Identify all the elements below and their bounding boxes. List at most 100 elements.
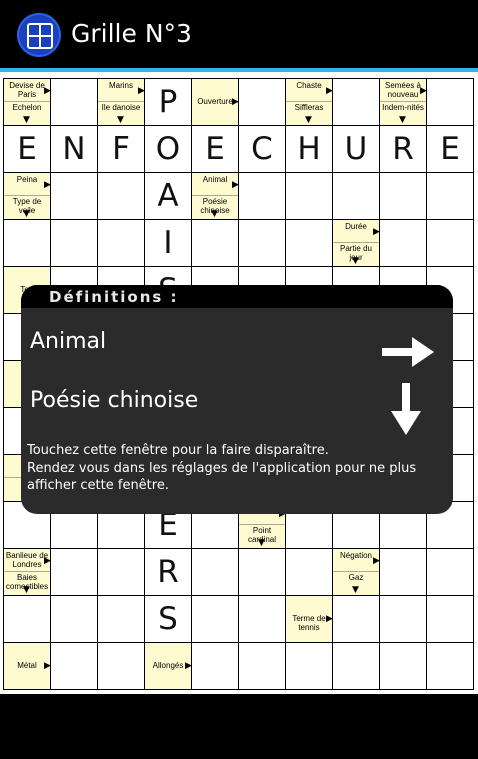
grid-cell-empty[interactable] bbox=[98, 549, 145, 596]
grid-cell-letter[interactable]: R bbox=[380, 126, 427, 173]
grid-cell-empty[interactable] bbox=[239, 596, 286, 643]
grid-cell-empty[interactable] bbox=[192, 596, 239, 643]
cell-letter: U bbox=[344, 131, 368, 167]
grid-cell-definition[interactable]: Métal ▶ bbox=[4, 643, 51, 690]
clue-arrow-down-icon: ▼ bbox=[23, 209, 30, 219]
grid-cell-empty[interactable] bbox=[333, 596, 380, 643]
grid-cell-letter[interactable]: E bbox=[427, 126, 474, 173]
grid-cell-empty[interactable] bbox=[51, 173, 98, 220]
grid-cell-empty[interactable] bbox=[380, 549, 427, 596]
grid-cell-empty[interactable] bbox=[239, 220, 286, 267]
clue-divider bbox=[4, 101, 50, 102]
grid-cell-empty[interactable] bbox=[427, 596, 474, 643]
grid-cell-empty[interactable] bbox=[333, 79, 380, 126]
grid-cell-definition[interactable]: Banlieue de Londres Baies comestibles ▶ ▼ bbox=[4, 549, 51, 596]
grid-cell-empty[interactable] bbox=[286, 220, 333, 267]
clue-arrow-icon: ▶ bbox=[138, 86, 145, 96]
grid-cell-empty[interactable] bbox=[51, 596, 98, 643]
grid-cell-definition[interactable]: Terme de tennis ▶ bbox=[286, 596, 333, 643]
grid-cell-empty[interactable] bbox=[380, 643, 427, 690]
arrow-right-icon bbox=[382, 337, 434, 367]
grid-cell-empty[interactable] bbox=[98, 596, 145, 643]
grid-cell-definition[interactable]: Semées à nouveau Indem-nités ▶ ▼ bbox=[380, 79, 427, 126]
dialog-hint-line1: Touchez cette fenêtre pour la faire disp… bbox=[27, 443, 329, 458]
grid-cell-empty[interactable] bbox=[380, 220, 427, 267]
grid-cell-empty[interactable] bbox=[427, 173, 474, 220]
grid-cell-empty[interactable] bbox=[51, 79, 98, 126]
grid-cell-definition[interactable]: Peina Type de voile ▶ ▼ bbox=[4, 173, 51, 220]
grid-cell-empty[interactable] bbox=[51, 549, 98, 596]
grid-cell-empty[interactable] bbox=[427, 549, 474, 596]
grid-cell-letter[interactable]: R bbox=[145, 549, 192, 596]
crossword-app-icon[interactable] bbox=[17, 13, 61, 57]
grid-cell-empty[interactable] bbox=[98, 643, 145, 690]
grid-cell-empty[interactable] bbox=[427, 79, 474, 126]
definitions-dialog[interactable]: Définitions : Animal Poésie chinoise Tou… bbox=[21, 285, 453, 514]
clue-arrow-down-icon: ▼ bbox=[305, 115, 312, 125]
grid-cell-empty[interactable] bbox=[239, 643, 286, 690]
grid-cell-definition[interactable]: Ouverture ▶ bbox=[192, 79, 239, 126]
grid-cell-definition[interactable]: Animal Poésie chinoise ▶ ▼ bbox=[192, 173, 239, 220]
grid-cell-empty[interactable] bbox=[427, 220, 474, 267]
grid-cell-empty[interactable] bbox=[4, 596, 51, 643]
cell-letter: N bbox=[62, 131, 86, 167]
grid-cell-definition[interactable]: Chaste Siffleras ▶ ▼ bbox=[286, 79, 333, 126]
grid-cell-empty[interactable] bbox=[98, 173, 145, 220]
clue-arrow-icon: ▶ bbox=[44, 180, 51, 190]
grid-cell-definition[interactable]: Marins Ile danoise ▶ ▼ bbox=[98, 79, 145, 126]
grid-cell-empty[interactable] bbox=[286, 643, 333, 690]
cell-letter: R bbox=[392, 131, 414, 167]
grid-cell-empty[interactable] bbox=[380, 596, 427, 643]
grid-cell-definition[interactable]: Devise de Paris Echelon ▶ ▼ bbox=[4, 79, 51, 126]
grid-cell-empty[interactable] bbox=[239, 79, 286, 126]
definition-across: Animal bbox=[30, 329, 107, 354]
grid-cell-letter[interactable]: C bbox=[239, 126, 286, 173]
grid-cell-empty[interactable] bbox=[192, 643, 239, 690]
grid-cell-letter[interactable]: H bbox=[286, 126, 333, 173]
cell-letter: E bbox=[440, 131, 460, 167]
dialog-title: Définitions : bbox=[49, 288, 179, 306]
grid-cell-empty[interactable] bbox=[286, 549, 333, 596]
grid-cell-empty[interactable] bbox=[333, 643, 380, 690]
grid-cell-empty[interactable] bbox=[4, 220, 51, 267]
grid-cell-empty[interactable] bbox=[380, 173, 427, 220]
grid-cell-empty[interactable] bbox=[192, 549, 239, 596]
clue-divider bbox=[333, 242, 379, 243]
grid-cell-empty[interactable] bbox=[333, 173, 380, 220]
clue-arrow-down-icon: ▼ bbox=[23, 115, 30, 125]
grid-cell-definition[interactable]: Négation Gaz ▶ ▼ bbox=[333, 549, 380, 596]
grid-cell-letter[interactable]: S bbox=[145, 596, 192, 643]
grid-cell-empty[interactable] bbox=[192, 220, 239, 267]
grid-cell-letter[interactable]: A bbox=[145, 173, 192, 220]
clue-divider bbox=[333, 571, 379, 572]
grid-cell-empty[interactable] bbox=[51, 643, 98, 690]
grid-cell-empty[interactable] bbox=[239, 173, 286, 220]
clue-arrow-down-icon: ▼ bbox=[352, 256, 359, 266]
grid-cell-empty[interactable] bbox=[239, 549, 286, 596]
grid-cell-letter[interactable]: P bbox=[145, 79, 192, 126]
grid-cell-empty[interactable] bbox=[51, 220, 98, 267]
grid-cell-letter[interactable]: E bbox=[4, 126, 51, 173]
grid-cell-letter[interactable]: I bbox=[145, 220, 192, 267]
clue-arrow-icon: ▶ bbox=[326, 614, 333, 624]
clue-divider bbox=[4, 571, 50, 572]
grid-cell-letter[interactable]: U bbox=[333, 126, 380, 173]
grid-cell-letter[interactable]: E bbox=[192, 126, 239, 173]
cell-letter: C bbox=[251, 131, 273, 167]
clue-arrow-down-icon: ▼ bbox=[211, 209, 218, 219]
arrow-down-icon bbox=[391, 383, 421, 435]
clue-divider bbox=[286, 101, 332, 102]
grid-cell-definition[interactable]: Durée Partie du jour ▶ ▼ bbox=[333, 220, 380, 267]
grid-cell-empty[interactable] bbox=[98, 220, 145, 267]
grid-cell-letter[interactable]: F bbox=[98, 126, 145, 173]
cell-letter: O bbox=[155, 131, 181, 167]
grid-cell-letter[interactable]: O bbox=[145, 126, 192, 173]
grid-cell-definition[interactable]: Allongés ▶ bbox=[145, 643, 192, 690]
bottom-bar bbox=[0, 694, 478, 759]
grid-cell-empty[interactable] bbox=[427, 643, 474, 690]
clue-arrow-icon: ▶ bbox=[44, 86, 51, 96]
clue-arrow-down-icon: ▼ bbox=[399, 115, 406, 125]
clue-divider bbox=[4, 195, 50, 196]
grid-cell-letter[interactable]: N bbox=[51, 126, 98, 173]
grid-cell-empty[interactable] bbox=[286, 173, 333, 220]
